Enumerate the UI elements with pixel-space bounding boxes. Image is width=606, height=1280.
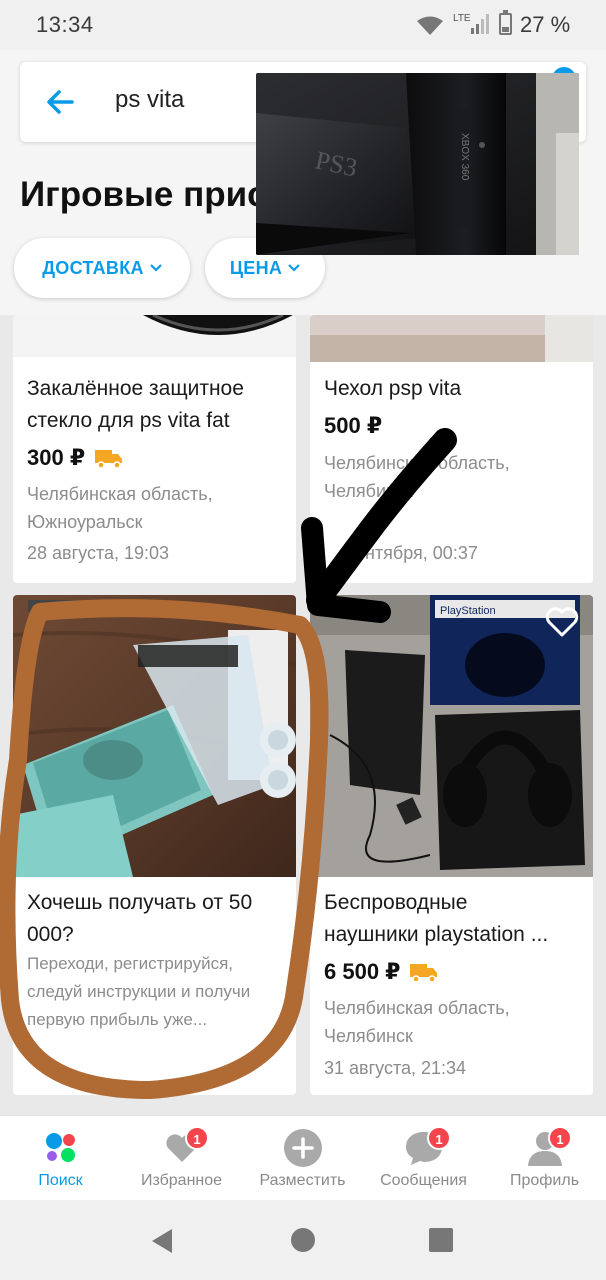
bottom-navigation: Поиск 1 Избранное Разместить 1 Сообщения… (0, 1115, 606, 1200)
listing-date: 31 августа, 21:34 (324, 1058, 467, 1078)
listing-title-line: Закалённое защитное (27, 377, 244, 400)
listing-location-line: Южноуральск (27, 512, 143, 532)
nav-label: Разместить (259, 1172, 346, 1189)
filter-delivery-label: ДОСТАВКА (42, 257, 144, 278)
nav-favorites[interactable]: 1 Избранное (121, 1116, 242, 1201)
nav-profile[interactable]: 1 Профиль (484, 1116, 605, 1201)
listing-date: 28 августа, 19:03 (27, 543, 170, 563)
listing-image (310, 315, 593, 362)
home-circle-icon[interactable] (290, 1227, 316, 1253)
ad-title-line: 000? (27, 923, 74, 946)
signal-icon (471, 14, 489, 34)
listing-location-line: Челябинская область, (324, 998, 510, 1018)
chevron-down-icon (150, 264, 162, 272)
battery-icon (499, 10, 512, 35)
listing-price: 500 ₽ (324, 413, 383, 438)
ad-description-line: Переходи, регистрируйся, (27, 954, 233, 973)
ad-card[interactable]: Хочешь получать от 50 000? Переходи, рег… (13, 595, 296, 1095)
listing-price: 300 ₽ (27, 445, 86, 470)
search-input[interactable]: ps vita (115, 86, 184, 114)
ad-description-line: следуй инструкции и получи (27, 982, 251, 1001)
status-time: 13:34 (36, 12, 94, 37)
listing-card[interactable]: PlayStation Беспроводные наушники playst… (310, 595, 593, 1095)
battery-percent: 27 % (520, 12, 571, 37)
nav-messages[interactable]: 1 Сообщения (363, 1116, 484, 1201)
favorite-heart-icon[interactable] (545, 607, 579, 637)
nav-post-ad[interactable]: Разместить (242, 1116, 363, 1201)
nav-search[interactable]: Поиск (0, 1116, 121, 1201)
back-arrow-icon[interactable] (44, 86, 76, 118)
recents-square-icon[interactable] (428, 1227, 454, 1253)
notification-badge: 1 (548, 1126, 572, 1150)
nav-label: Поиск (38, 1172, 83, 1189)
listing-card[interactable]: Закалённое защитное стекло для ps vita f… (13, 315, 296, 583)
listing-image: PlayStation (310, 595, 593, 877)
back-triangle-icon[interactable] (148, 1227, 176, 1255)
delivery-truck-icon (95, 450, 123, 468)
filter-delivery-button[interactable]: ДОСТАВКА (14, 238, 190, 298)
listing-image (13, 315, 296, 357)
ad-description-line: первую прибыль уже... (27, 1010, 208, 1029)
svg-text:PlayStation: PlayStation (440, 605, 496, 617)
delivery-truck-icon (410, 964, 438, 982)
listing-price: 6 500 ₽ (324, 959, 401, 984)
ad-title-line: Хочешь получать от 50 (27, 891, 253, 914)
network-type: LTE (453, 13, 471, 24)
filter-price-label: ЦЕНА (229, 257, 283, 278)
page-title: Игровые прис (20, 175, 256, 214)
ad-image (13, 595, 296, 877)
listing-date: нтября, 00:37 (365, 543, 478, 563)
notification-badge: 1 (427, 1126, 451, 1150)
listing-title-line: стекло для ps vita fat (27, 409, 230, 432)
listing-location-line: Челябинская область, (324, 453, 510, 473)
notification-badge: 1 (185, 1126, 209, 1150)
svg-text:XBOX 360: XBOX 360 (459, 133, 470, 181)
listing-card[interactable]: Чехол psp vita 500 ₽ Челябинская область… (310, 315, 593, 583)
wifi-icon (417, 16, 443, 35)
search-dots-icon (45, 1133, 75, 1162)
listing-location-line: Челябинская область, (27, 484, 213, 504)
chevron-down-icon (288, 264, 300, 272)
listing-title-line: Беспроводные (324, 891, 468, 914)
overlay-console-photo: PS3 XBOX 360 (256, 73, 579, 255)
listing-title-line: наушники playstation ... (324, 923, 549, 946)
listing-title: Чехол psp vita (324, 377, 462, 400)
listing-location-line: Челябинск (324, 1026, 413, 1046)
nav-label: Сообщения (380, 1172, 467, 1189)
plus-circle-icon (283, 1129, 322, 1167)
nav-label: Профиль (509, 1172, 580, 1189)
nav-label: Избранное (140, 1172, 223, 1189)
status-bar: 13:34 LTE 27 % (0, 0, 606, 50)
listing-location-line: Челябинск (324, 481, 413, 501)
system-navigation-bar (0, 1200, 606, 1280)
